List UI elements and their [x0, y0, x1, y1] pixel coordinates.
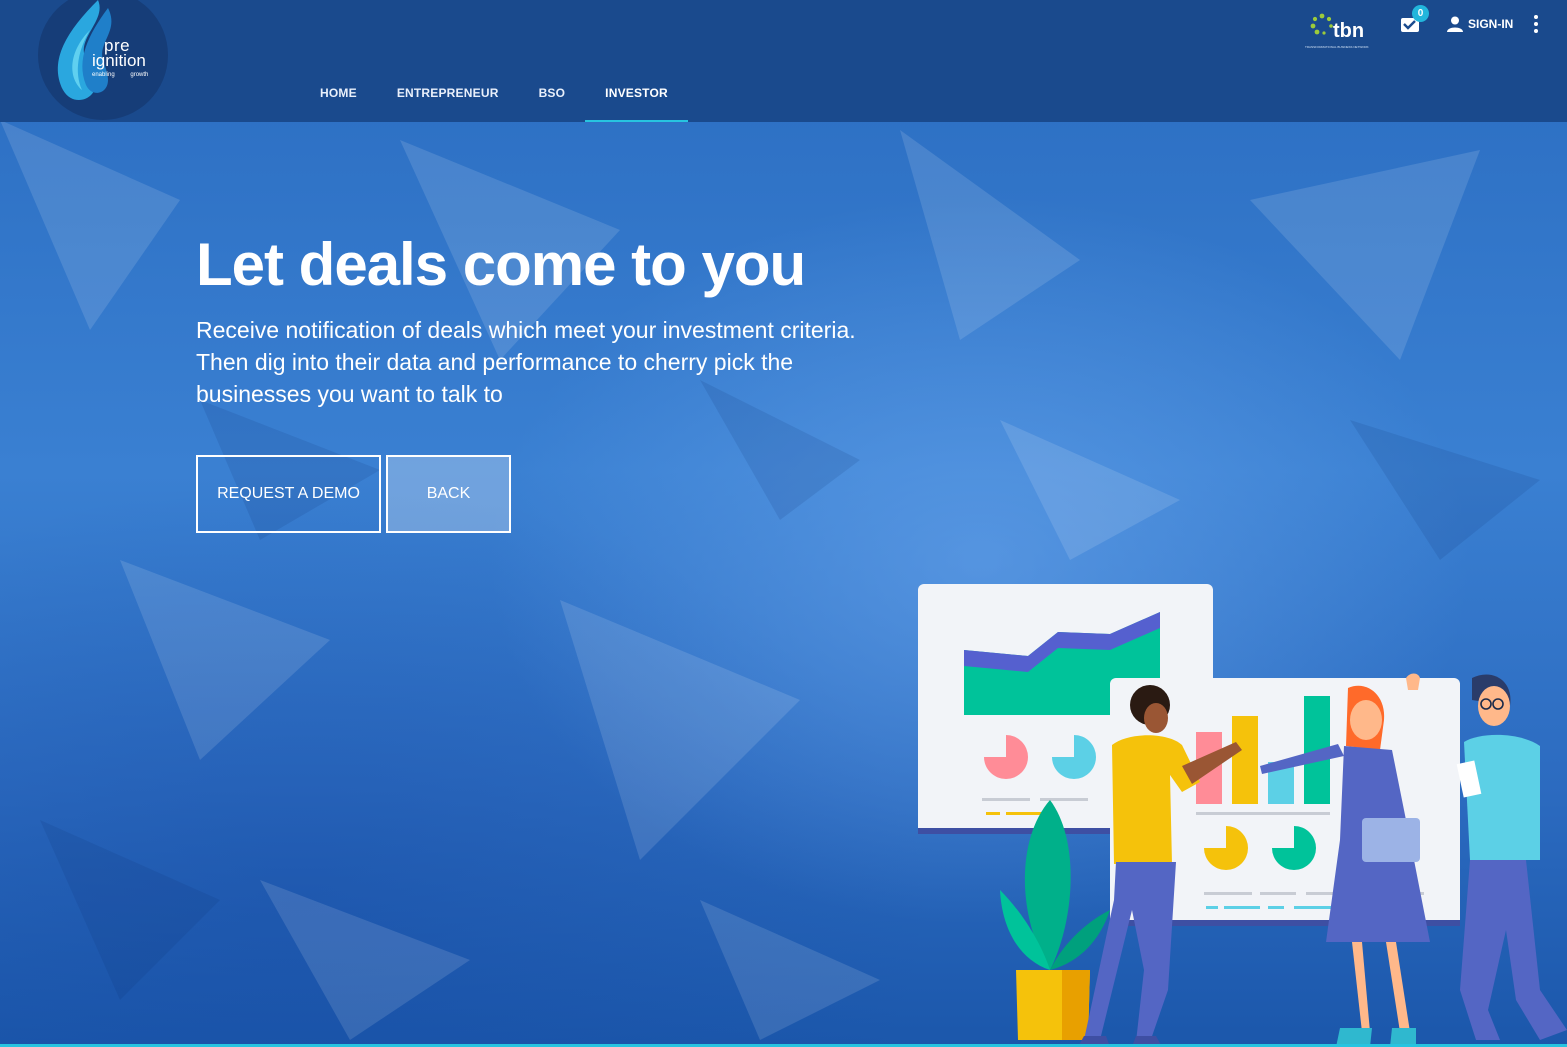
tbn-wordmark: tbn — [1333, 20, 1365, 42]
person-icon — [1447, 16, 1463, 32]
investor-analytics-illustration — [918, 584, 1567, 1047]
nav-investor[interactable]: INVESTOR — [585, 70, 688, 122]
logo-tagline: enabling growth — [92, 72, 149, 78]
nav-bso[interactable]: BSO — [519, 70, 586, 122]
tbn-logo[interactable]: tbn TRANSFORMATIONAL BUSINESS NETWORK — [1305, 12, 1375, 50]
more-vertical-icon — [1534, 15, 1538, 33]
logo-word-ignition: ignition — [92, 51, 146, 70]
hero-description: Receive notification of deals which meet… — [196, 317, 856, 407]
back-button[interactable]: BACK — [386, 455, 511, 533]
preignition-logo[interactable]: pre ignition enabling growth — [38, 0, 168, 120]
hero-title: Let deals come to you — [196, 231, 806, 298]
top-header: pre ignition enabling growth HOME ENTREP… — [0, 0, 1567, 122]
signin-label: SIGN-IN — [1468, 17, 1514, 31]
request-demo-button[interactable]: REQUEST A DEMO — [196, 455, 381, 533]
notification-count-badge: 0 — [1412, 5, 1429, 22]
nav-home[interactable]: HOME — [300, 70, 377, 122]
main-nav: HOME ENTREPRENEUR BSO INVESTOR — [300, 70, 688, 122]
more-menu-button[interactable] — [1528, 14, 1544, 34]
signin-button[interactable]: SIGN-IN — [1446, 14, 1513, 34]
nav-entrepreneur[interactable]: ENTREPRENEUR — [377, 70, 519, 122]
tbn-subtitle: TRANSFORMATIONAL BUSINESS NETWORK — [1305, 45, 1369, 49]
tbn-dots-icon — [1310, 13, 1333, 35]
